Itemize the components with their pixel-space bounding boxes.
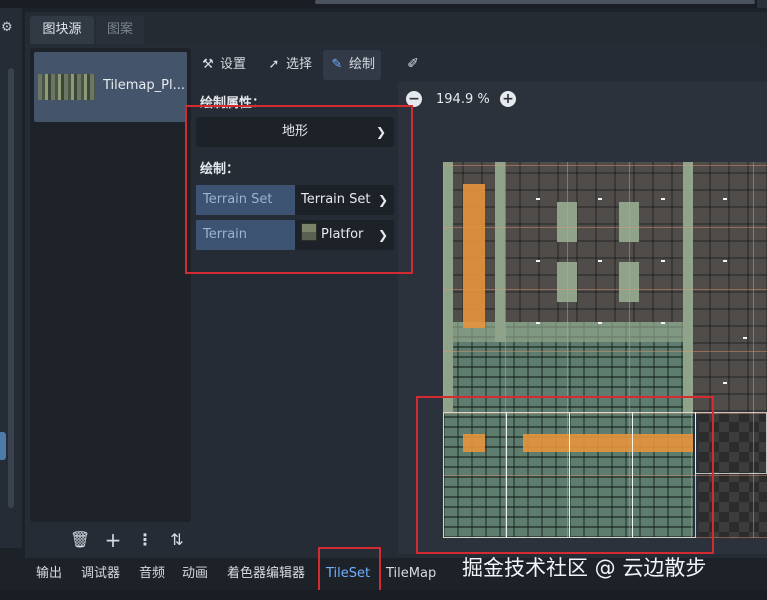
- top-corner: [757, 0, 767, 8]
- tile-marker: [536, 198, 540, 200]
- highlight-paint-properties: [185, 105, 413, 274]
- left-dock-scrollbar[interactable]: [8, 68, 14, 508]
- tile-marker: [536, 260, 540, 262]
- brush-icon: ✎: [331, 57, 343, 72]
- top-scroll-strip: [0, 0, 767, 8]
- tile-marker: [661, 260, 665, 262]
- tab-shader-editor[interactable]: 着色器编辑器: [227, 563, 305, 585]
- tile-marker: [536, 322, 540, 324]
- left-dock-selected-marker: [0, 432, 6, 460]
- zoom-level: 194.9 %: [436, 92, 490, 107]
- tab-debugger[interactable]: 调试器: [81, 563, 120, 585]
- bottom-strip: [0, 590, 767, 600]
- paint-button[interactable]: ✎ 绘制: [323, 50, 382, 80]
- tile-marker: [723, 198, 727, 200]
- tile-marker: [598, 322, 602, 324]
- setup-label: 设置: [220, 57, 247, 72]
- tab-animation[interactable]: 动画: [182, 563, 208, 585]
- tile-marker: [598, 260, 602, 262]
- tab-audio[interactable]: 音频: [139, 563, 165, 585]
- left-dock-panel: ⚙: [0, 8, 22, 548]
- highlight-terrain-tiles: [416, 396, 714, 554]
- select-button[interactable]: ➚ 选择: [266, 50, 312, 80]
- source-thumbnail: [38, 74, 96, 100]
- source-tools: 🗑 + ⋮ ⇅: [30, 528, 191, 552]
- source-item-label: Tilemap_Pl...: [103, 78, 185, 93]
- tile-marker: [723, 260, 727, 262]
- tab-tilemap[interactable]: TileMap: [386, 563, 436, 585]
- tile-marker: [723, 382, 727, 384]
- paint-label: 绘制: [349, 57, 376, 72]
- tile-marker: [598, 198, 602, 200]
- tab-output[interactable]: 输出: [36, 563, 62, 585]
- sort-icon[interactable]: ⇅: [167, 528, 187, 552]
- eyedropper-icon[interactable]: ✐: [406, 54, 420, 74]
- setup-button[interactable]: ⚒ 设置: [200, 50, 246, 80]
- watermark: 掘金技术社区 @ 云边散步: [462, 556, 707, 580]
- top-scrollbar-thumb[interactable]: [315, 0, 755, 4]
- select-label: 选择: [286, 57, 313, 72]
- gear-icon[interactable]: ⚙: [1, 20, 17, 36]
- zoom-in-button[interactable]: +: [500, 91, 516, 107]
- cursor-icon: ➚: [268, 57, 280, 72]
- tile-marker: [661, 198, 665, 200]
- tab-patterns[interactable]: 图案: [96, 16, 144, 44]
- more-icon[interactable]: ⋮: [135, 528, 155, 552]
- tools-icon: ⚒: [202, 57, 214, 72]
- trash-icon[interactable]: 🗑: [70, 528, 90, 552]
- add-icon[interactable]: +: [103, 528, 123, 552]
- tile-marker: [661, 322, 665, 324]
- tile-marker: [743, 337, 747, 339]
- tab-tile-sources[interactable]: 图块源: [30, 16, 94, 44]
- terrain-paint-vertical: [463, 184, 485, 328]
